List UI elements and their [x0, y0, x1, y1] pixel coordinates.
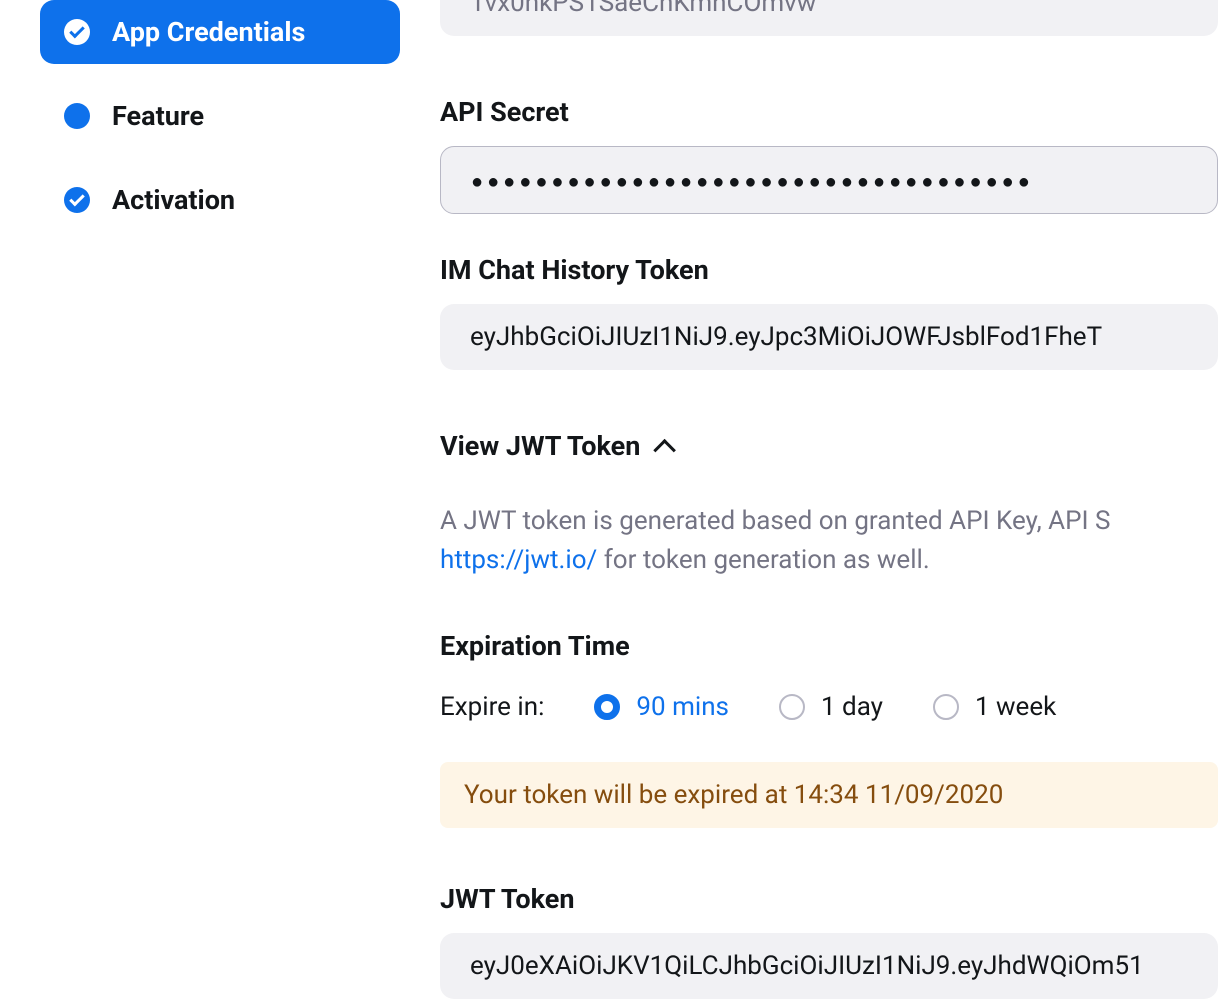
sidebar-item-label: Feature: [112, 100, 204, 132]
view-jwt-title: View JWT Token: [440, 430, 640, 462]
sidebar-item-label: App Credentials: [112, 16, 305, 48]
expiration-options: Expire in: 90 mins 1 day 1 week: [440, 692, 1218, 722]
api-secret-label: API Secret: [440, 96, 1218, 128]
sidebar-item-label: Activation: [112, 184, 235, 216]
jwt-token-value[interactable]: eyJ0eXAiOiJKV1QiLCJhbGciOiJIUzI1NiJ9.eyJ…: [440, 933, 1218, 999]
jwt-token-field: JWT Token eyJ0eXAiOiJKV1QiLCJhbGciOiJIUz…: [440, 883, 1218, 999]
sidebar-item-feature[interactable]: Feature: [40, 84, 400, 148]
view-jwt-token-toggle[interactable]: View JWT Token: [440, 430, 1218, 462]
api-key-field: 1vx0nkPS1SaeCnKmnCOmvw: [440, 0, 1218, 36]
expire-in-label: Expire in:: [440, 692, 544, 722]
expiration-time-label: Expiration Time: [440, 630, 1218, 662]
main-content: 1vx0nkPS1SaeCnKmnCOmvw API Secret ●●●●●●…: [440, 0, 1218, 952]
check-icon: [64, 187, 90, 213]
im-chat-token-field: IM Chat History Token eyJhbGciOiJIUzI1Ni…: [440, 254, 1218, 370]
dot-icon: [64, 103, 90, 129]
im-chat-token-value[interactable]: eyJhbGciOiJIUzI1NiJ9.eyJpc3MiOiJOWFJsblF…: [440, 304, 1218, 370]
sidebar-item-activation[interactable]: Activation: [40, 168, 400, 232]
radio-icon: [779, 694, 805, 720]
radio-icon: [933, 694, 959, 720]
im-chat-token-label: IM Chat History Token: [440, 254, 1218, 286]
radio-1-week[interactable]: 1 week: [933, 692, 1056, 722]
expiration-warning: Your token will be expired at 14:34 11/0…: [440, 762, 1218, 828]
sidebar: App Credentials Feature Activation: [0, 0, 440, 952]
jwt-token-label: JWT Token: [440, 883, 1218, 915]
check-icon: [64, 19, 90, 45]
api-secret-field: API Secret ●●●●●●●●●●●●●●●●●●●●●●●●●●●●●…: [440, 96, 1218, 214]
api-secret-value[interactable]: ●●●●●●●●●●●●●●●●●●●●●●●●●●●●●●●●●●●: [440, 146, 1218, 214]
jwt-io-link[interactable]: https://jwt.io/: [440, 545, 597, 575]
chevron-up-icon: [654, 439, 677, 462]
jwt-description: A JWT token is generated based on grante…: [440, 502, 1218, 580]
radio-90-mins[interactable]: 90 mins: [594, 692, 729, 722]
radio-icon: [594, 694, 620, 720]
sidebar-item-app-credentials[interactable]: App Credentials: [40, 0, 400, 64]
radio-1-day[interactable]: 1 day: [779, 692, 883, 722]
api-key-value[interactable]: 1vx0nkPS1SaeCnKmnCOmvw: [440, 0, 1218, 36]
